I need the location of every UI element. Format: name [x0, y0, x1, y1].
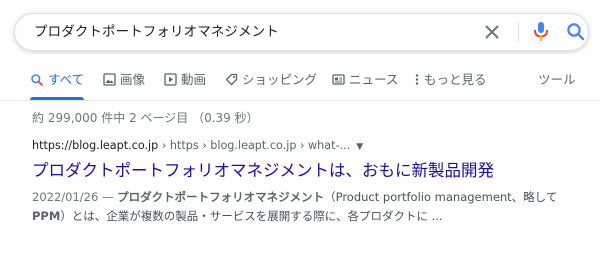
search-icon[interactable] — [565, 21, 587, 43]
tab-more[interactable]: もっと見る — [414, 60, 487, 100]
tab-label: 画像 — [120, 72, 146, 87]
image-icon — [103, 73, 116, 86]
tab-label: ショッピング — [242, 72, 318, 87]
tab-images[interactable]: 画像 — [103, 60, 145, 100]
tab-label: 動画 — [181, 72, 207, 87]
result-date: 2022/01/26 — — [32, 190, 118, 204]
clear-icon[interactable] — [481, 21, 503, 43]
snippet-highlight: プロダクトポートフォリオマネジメント — [117, 190, 325, 204]
tab-videos[interactable]: 動画 — [164, 60, 206, 100]
search-icon — [31, 73, 43, 86]
result-menu-icon[interactable]: ▼ — [356, 142, 363, 152]
search-result: https://blog.leapt.co.jp › https › blog.… — [32, 137, 592, 226]
tab-label: ツール — [538, 72, 576, 87]
snippet-text: （Product portfolio management、略して — [324, 190, 558, 204]
tab-label: もっと見る — [424, 72, 487, 87]
tabs-divider — [0, 100, 600, 101]
result-url: https://blog.leapt.co.jp › https › blog.… — [32, 137, 592, 156]
tab-label: すべて — [48, 72, 85, 87]
result-domain: https://blog.leapt.co.jp — [32, 139, 159, 152]
result-snippet: 2022/01/26 — プロダクトポートフォリオマネジメント（Product … — [32, 188, 592, 226]
result-title-link[interactable]: プロダクトポートフォリオマネジメントは、おもに新製品開発 — [32, 160, 592, 182]
tag-icon — [225, 73, 238, 86]
video-icon — [164, 73, 177, 86]
tab-label: ニュース — [349, 72, 399, 87]
snippet-highlight: PPM — [32, 209, 61, 223]
search-tabs: すべて 画像 動画 ショッピング ニュース もっと見る ツール — [0, 60, 600, 100]
tab-all[interactable]: すべて — [30, 60, 84, 100]
snippet-text: ）とは、企業が複数の製品・サービスを展開する際に、各プロダクトに ... — [60, 209, 443, 223]
tab-shopping[interactable]: ショッピング — [225, 60, 317, 100]
search-divider — [518, 22, 519, 42]
result-stats: 約 299,000 件中 2 ページ目 （0.39 秒） — [32, 111, 259, 125]
microphone-icon[interactable] — [531, 20, 551, 44]
more-vertical-icon — [415, 74, 419, 85]
search-input[interactable]: プロダクトポートフォリオマネジメント — [34, 14, 279, 50]
tab-tools[interactable]: ツール — [538, 60, 576, 100]
news-icon — [332, 74, 345, 85]
search-box[interactable]: プロダクトポートフォリオマネジメント — [14, 13, 589, 51]
result-path: › https › blog.leapt.co.jp › what-... — [158, 139, 351, 152]
tab-news[interactable]: ニュース — [332, 60, 398, 100]
